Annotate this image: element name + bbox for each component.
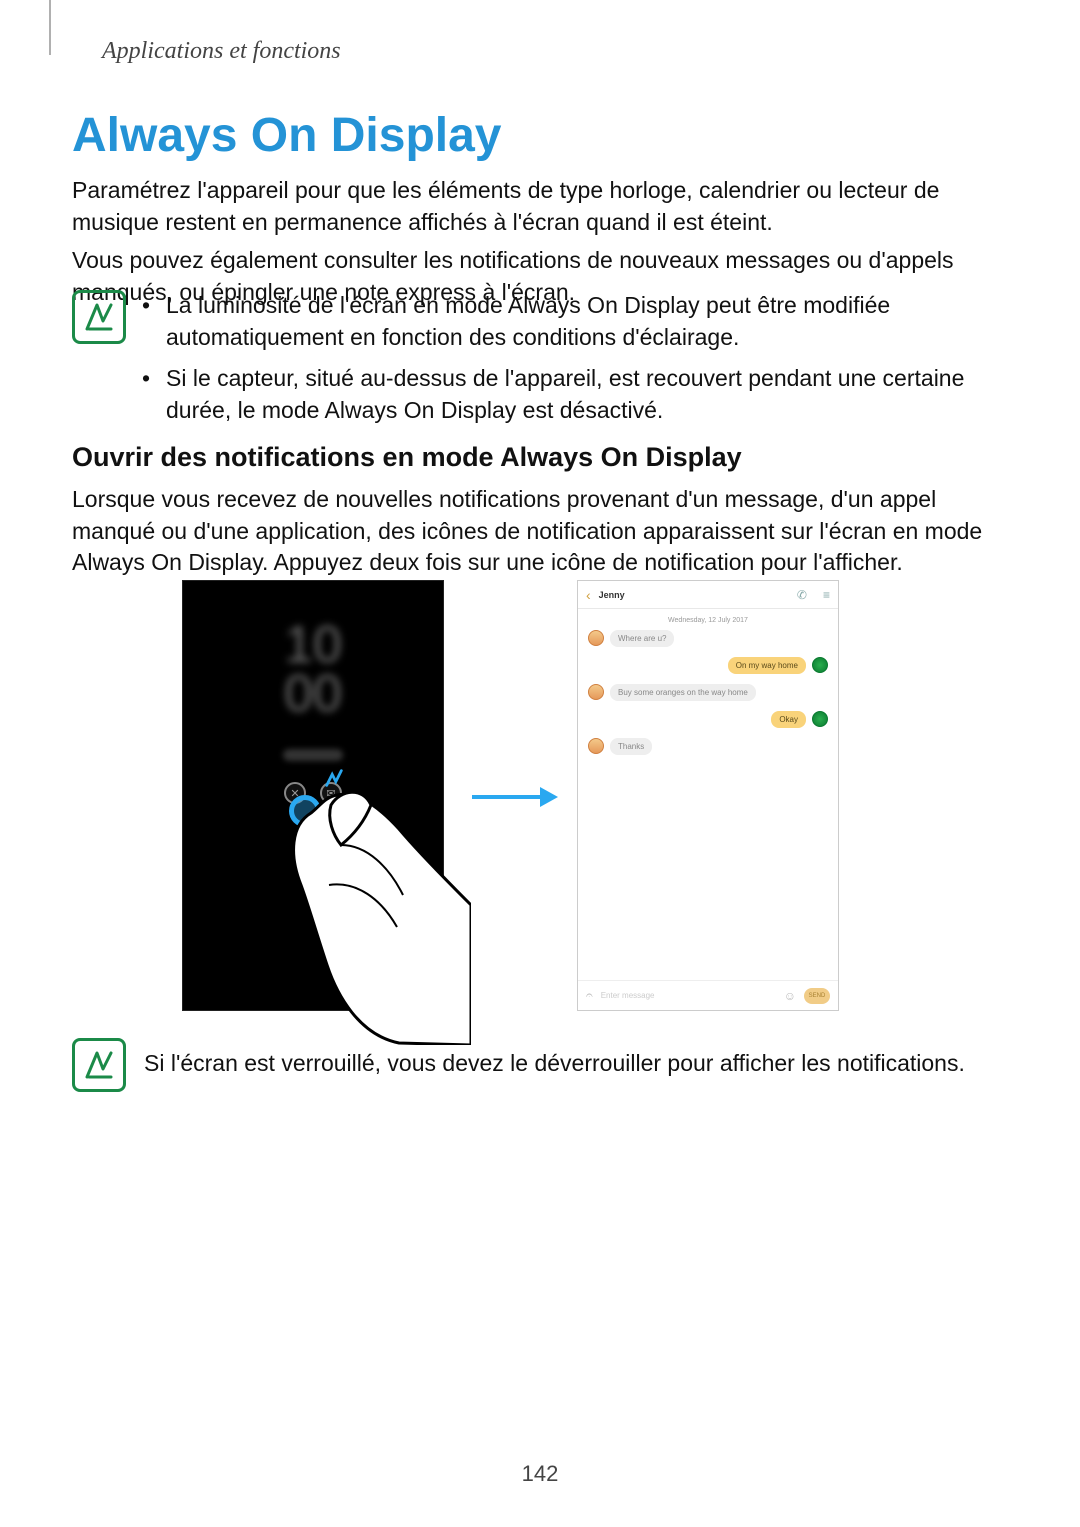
chat-row-incoming: Buy some oranges on the way home (588, 684, 828, 701)
chat-input-placeholder: Enter message (601, 991, 776, 1000)
back-icon: ‹ (586, 587, 591, 603)
note-bullet-list: La luminosité de l'écran en mode Always … (138, 290, 1000, 437)
paragraph-intro-1: Paramétrez l'appareil pour que les éléme… (72, 175, 1000, 238)
chat-row-incoming: Thanks (588, 738, 828, 755)
page-title: Always On Display (72, 108, 502, 163)
call-icon: ✆ (797, 588, 807, 602)
page-number: 142 (0, 1461, 1080, 1487)
chat-msg-1: Where are u? (610, 630, 674, 647)
aod-clock: 10 00 (284, 621, 342, 720)
avatar-self (812, 657, 828, 673)
attach-icon: 𝄐 (586, 988, 593, 1003)
note-icon (72, 290, 126, 344)
chat-row-outgoing: Okay (588, 711, 828, 728)
note-icon (72, 1038, 126, 1092)
chat-row-outgoing: On my way home (588, 657, 828, 674)
arrow-right-icon (470, 785, 560, 809)
note-2-text: Si l'écran est verrouillé, vous devez le… (144, 1038, 965, 1080)
menu-icon: ≡ (823, 588, 830, 602)
chat-row-incoming: Where are u? (588, 630, 828, 647)
chat-date: Wednesday, 12 July 2017 (588, 617, 828, 624)
chat-contact-name: Jenny (599, 590, 625, 600)
hand-gesture-icon (271, 785, 471, 1045)
chat-msg-5: Thanks (610, 738, 652, 755)
note-block-2: Si l'écran est verrouillé, vous devez le… (72, 1038, 1000, 1092)
avatar-contact (588, 684, 604, 700)
header-divider (49, 0, 51, 55)
avatar-self (812, 711, 828, 727)
paragraph-section: Lorsque vous recevez de nouvelles notifi… (72, 484, 1000, 579)
send-button: SEND (804, 988, 830, 1004)
chat-msg-2: On my way home (728, 657, 806, 674)
chat-msg-3: Buy some oranges on the way home (610, 684, 756, 701)
chat-body: Wednesday, 12 July 2017 Where are u? On … (578, 609, 838, 771)
section-subhead: Ouvrir des notifications en mode Always … (72, 442, 742, 473)
chat-header: ‹ Jenny ✆ ≡ (578, 581, 838, 609)
note-bullet-2: Si le capteur, situé au-dessus de l'appa… (138, 363, 1000, 426)
avatar-contact (588, 630, 604, 646)
emoji-icon: ☺ (784, 989, 796, 1003)
breadcrumb: Applications et fonctions (102, 38, 341, 65)
aod-screen: 10 00 ✕ ✉ (182, 580, 444, 1011)
avatar-contact (588, 738, 604, 754)
illustration-figure: 10 00 ✕ ✉ ‹ Jenny (182, 580, 912, 1015)
aod-subtext (283, 749, 343, 761)
chat-screen: ‹ Jenny ✆ ≡ Wednesday, 12 July 2017 Wher… (577, 580, 839, 1011)
note-bullet-1: La luminosité de l'écran en mode Always … (138, 290, 1000, 353)
chat-input-bar: 𝄐 Enter message ☺ SEND (578, 980, 838, 1010)
chat-msg-4: Okay (771, 711, 806, 728)
